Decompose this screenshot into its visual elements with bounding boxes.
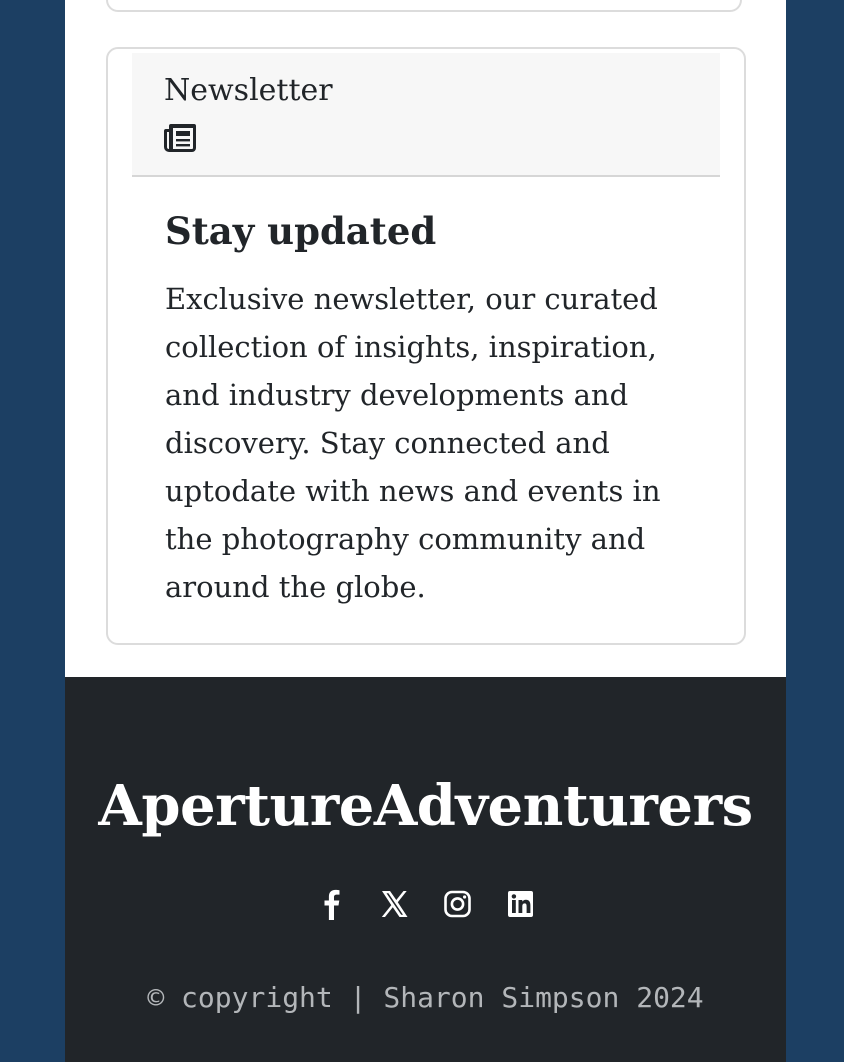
instagram-icon — [443, 890, 471, 918]
copyright-text: © copyright | Sharon Simpson 2024 — [147, 981, 704, 1014]
x-twitter-icon — [381, 891, 407, 917]
x-link[interactable] — [378, 887, 411, 921]
newsletter-text: Exclusive newsletter, our curated collec… — [165, 282, 661, 604]
newsletter-header-title: Newsletter — [164, 73, 333, 108]
page-content: Newsletter Stay updated Exclusive newsle… — [65, 0, 786, 1062]
social-links — [65, 887, 786, 921]
newspaper-icon — [164, 123, 196, 153]
facebook-link[interactable] — [315, 887, 348, 921]
newsletter-card-header: Newsletter — [132, 53, 720, 177]
linkedin-link[interactable] — [504, 887, 537, 921]
newsletter-title: Stay updated — [165, 209, 437, 253]
newsletter-card: Newsletter Stay updated Exclusive newsle… — [106, 47, 746, 645]
footer: ApertureAdventurers © copyright | Sharon… — [65, 677, 786, 1062]
facebook-icon — [324, 889, 339, 920]
linkedin-icon — [507, 891, 533, 917]
previous-card — [106, 0, 742, 12]
instagram-link[interactable] — [441, 887, 474, 921]
footer-brand: ApertureAdventurers — [98, 773, 753, 839]
